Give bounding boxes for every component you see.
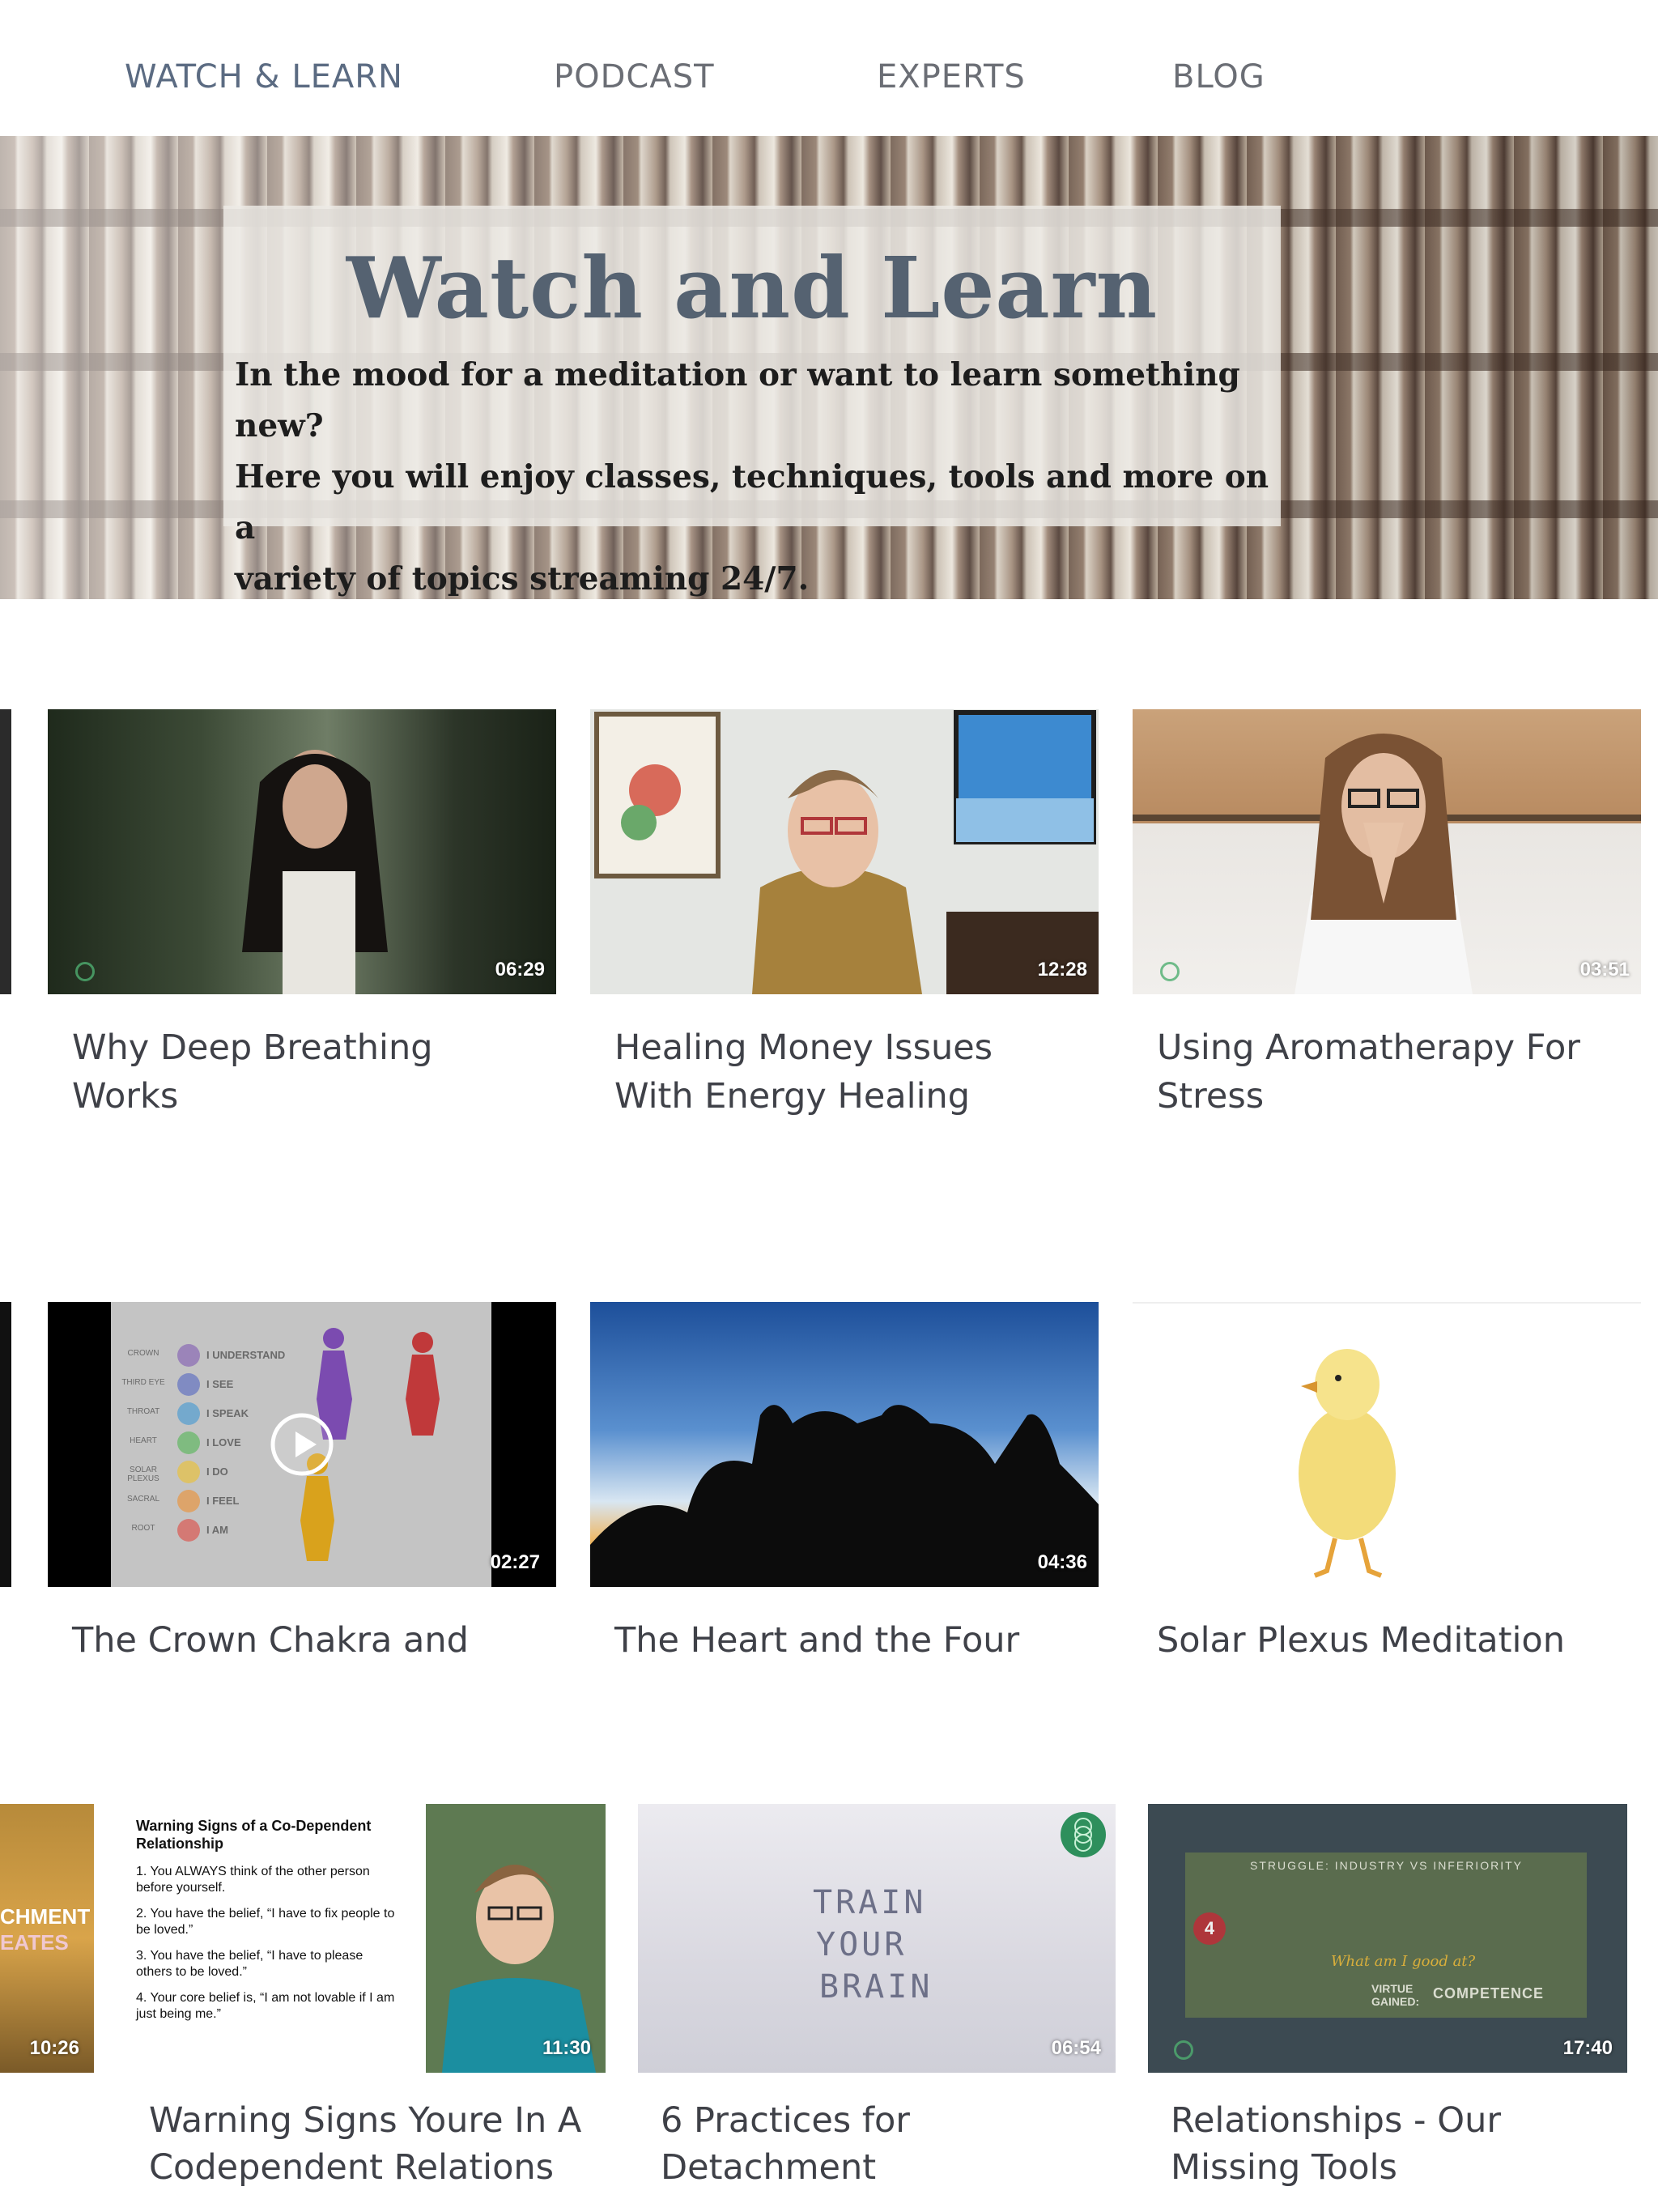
slide-panel: STRUGGLE: INDUSTRY VS INFERIORITY 4 What… <box>1185 1853 1587 2018</box>
video-title-line: Healing Money Issues <box>614 1027 993 1068</box>
video-thumbnail[interactable] <box>1133 1302 1641 1589</box>
video-title-line: Stress <box>1157 1076 1265 1117</box>
handwritten-word: TRAIN <box>813 1884 927 1921</box>
video-card[interactable]: CHMENT EATES 10:26 <box>0 1804 94 2073</box>
video-title-line: Works <box>72 1076 179 1117</box>
step-number: 4 <box>1193 1912 1226 1945</box>
video-title-line: 6 Practices for <box>661 2100 910 2141</box>
channel-logo-icon <box>75 962 95 981</box>
video-title[interactable]: Solar Plexus Meditation <box>1157 1616 1643 1665</box>
play-icon[interactable] <box>270 1412 334 1477</box>
video-duration: 04:36 <box>1037 1551 1087 1573</box>
video-duration: 17:40 <box>1562 2037 1613 2059</box>
flower-of-life-icon <box>1061 1812 1106 1857</box>
video-title[interactable]: 6 Practices for Detachment <box>661 2097 1114 2191</box>
video-card[interactable]: CROWN I UNDERSTAND THIRD EYE I SEE THROAT I S… <box>48 1302 556 1674</box>
video-duration: 02:27 <box>490 1551 540 1573</box>
video-duration: 10:26 <box>29 2037 79 2059</box>
video-card[interactable]: 06:29 Why Deep Breathing Works <box>48 709 556 1130</box>
video-title[interactable]: Using Aromatherapy For Stress <box>1157 1023 1643 1121</box>
video-thumbnail[interactable]: CHMENT EATES 10:26 <box>0 1804 94 2073</box>
duckling-image <box>1299 1349 1396 1578</box>
slide-point: 1. You ALWAYS think of the other person … <box>136 1865 370 1895</box>
slide-point: 3. You have the belief, “I have to pleas… <box>136 1949 363 1979</box>
person-silhouette <box>242 750 388 994</box>
hero-description: In the mood for a meditation or want to … <box>235 350 1279 599</box>
video-duration: 06:29 <box>495 959 545 981</box>
nav-experts[interactable]: EXPERTS <box>877 58 1026 96</box>
video-duration: 11:30 <box>542 2037 591 2059</box>
slide-virtue: VIRTUE GAINED: <box>1371 1982 1420 2008</box>
video-title-line: Why Deep Breathing <box>72 1027 433 1068</box>
video-title[interactable]: The Crown Chakra and <box>72 1616 558 1665</box>
slide-panel: Warning Signs of a Co-Dependent Relation… <box>126 1804 426 2073</box>
video-thumbnail[interactable]: 04:36 <box>590 1302 1099 1587</box>
video-card[interactable]: 03:51 Using Aromatherapy For Stress <box>1133 709 1641 1130</box>
video-title[interactable]: Relationships - Our Missing Tools <box>1171 2097 1624 2191</box>
video-title[interactable]: Healing Money Issues With Energy Healing <box>614 1023 1100 1121</box>
hands-silhouette <box>590 1405 1099 1587</box>
handwritten-word: BRAIN <box>819 1968 933 2006</box>
slide-title: Warning Signs of a Co-Dependent Relation… <box>136 1818 372 1852</box>
video-card[interactable]: STRUGGLE: INDUSTRY VS INFERIORITY 4 What… <box>1148 1804 1627 2201</box>
thumbnail-scene <box>1133 734 1641 994</box>
video-title-line: With Energy Healing <box>614 1076 971 1117</box>
video-thumbnail[interactable]: TRAIN YOUR BRAIN 06:54 <box>638 1804 1116 2073</box>
speaker-image <box>426 1804 606 2073</box>
hero-line: variety of topics streaming 24/7. <box>235 560 810 598</box>
slide-point: 2. You have the belief, “I have to fix p… <box>136 1907 395 1937</box>
slide-point: 4. Your core belief is, “I am not lovabl… <box>136 1991 395 2021</box>
video-thumbnail[interactable]: Warning Signs of a Co-Dependent Relation… <box>126 1804 606 2073</box>
video-card[interactable]: 12:28 Healing Money Issues With Energy H… <box>590 709 1099 1130</box>
video-title-line: Codependent Relations <box>149 2147 555 2188</box>
hero-banner: Watch and Learn In the mood for a medita… <box>0 136 1658 599</box>
handwritten-word: YOUR <box>816 1926 908 1963</box>
thumbnail-scene <box>594 710 1099 994</box>
thumbnail-text: EATES <box>0 1930 69 1955</box>
video-thumbnail[interactable]: STRUGGLE: INDUSTRY VS INFERIORITY 4 What… <box>1148 1804 1627 2073</box>
slide-points: 1. You ALWAYS think of the other person … <box>136 1864 416 2023</box>
carousel-edge <box>0 709 11 994</box>
nav-blog[interactable]: BLOG <box>1172 58 1265 96</box>
video-thumbnail[interactable]: 06:29 <box>48 709 556 994</box>
video-card[interactable]: Warning Signs of a Co-Dependent Relation… <box>126 1804 606 2201</box>
video-duration: 06:54 <box>1051 2037 1101 2059</box>
slide-competence: COMPETENCE <box>1433 1985 1545 2001</box>
thumbnail-text: CHMENT <box>0 1904 91 1929</box>
video-card[interactable]: Solar Plexus Meditation <box>1133 1302 1641 1674</box>
nav-watch-learn[interactable]: WATCH & LEARN <box>125 58 403 96</box>
video-title-line: Warning Signs Youre In A <box>149 2100 582 2141</box>
hero-text-box: Watch and Learn In the mood for a medita… <box>223 206 1281 598</box>
hero-line: Here you will enjoy classes, techniques,… <box>235 458 1269 547</box>
video-thumbnail[interactable]: 03:51 <box>1133 709 1641 994</box>
video-title[interactable]: The Heart and the Four <box>614 1616 1100 1665</box>
slide-header: STRUGGLE: INDUSTRY VS INFERIORITY <box>1250 1859 1523 1872</box>
slide-question: What am I good at? <box>1331 1953 1476 1970</box>
video-card[interactable]: TRAIN YOUR BRAIN 06:54 6 Practices for Det… <box>638 1804 1116 2201</box>
carousel-edge <box>0 1302 11 1587</box>
video-duration: 03:51 <box>1579 959 1630 981</box>
thumbnail-handwriting: TRAIN YOUR BRAIN <box>813 1882 933 2008</box>
video-title-line: Relationships - Our <box>1171 2100 1501 2141</box>
video-thumbnail[interactable]: CROWN I UNDERSTAND THIRD EYE I SEE THROAT I S… <box>48 1302 556 1587</box>
channel-logo-icon <box>1174 2040 1193 2060</box>
video-title-line: Missing Tools <box>1171 2147 1397 2188</box>
video-title-line: Detachment <box>661 2147 877 2188</box>
video-title-line: Using Aromatherapy For <box>1157 1027 1580 1068</box>
video-title[interactable]: Why Deep Breathing Works <box>72 1023 558 1121</box>
page-title: Watch and Learn <box>346 238 1158 338</box>
video-thumbnail[interactable]: 12:28 <box>590 709 1099 994</box>
video-title[interactable]: Warning Signs Youre In A Codependent Rel… <box>149 2097 635 2191</box>
top-nav: WATCH & LEARN PODCAST EXPERTS BLOG <box>0 0 1658 136</box>
hero-line: In the mood for a meditation or want to … <box>235 356 1240 445</box>
channel-logo-icon <box>1160 962 1180 981</box>
video-duration: 12:28 <box>1037 959 1087 981</box>
nav-podcast[interactable]: PODCAST <box>554 58 715 96</box>
video-card[interactable]: 04:36 The Heart and the Four <box>590 1302 1099 1674</box>
